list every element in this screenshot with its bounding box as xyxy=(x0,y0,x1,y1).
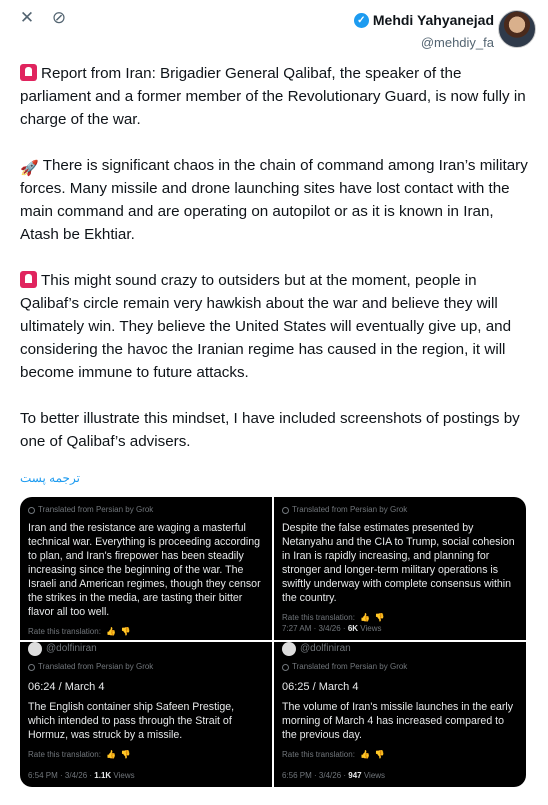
views-label: Views xyxy=(361,771,386,780)
siren-icon xyxy=(20,64,37,81)
rate-label: Rate this translation: xyxy=(282,750,355,759)
user-row: @dolfiniran xyxy=(28,642,264,656)
author-name[interactable]: Mehdi Yahyanejad xyxy=(373,12,494,28)
rate-translation: Rate this translation: 👍 👎 xyxy=(282,748,518,762)
post-meta: 6:54 PM · 3/4/26 · 1.1K Views xyxy=(28,769,135,783)
media-card-1[interactable]: Translated from Persian by Grok Iran and… xyxy=(20,497,272,640)
rate-translation: Rate this translation: 👍 👎 xyxy=(28,625,264,639)
tweet-paragraph-3: This might sound crazy to outsiders but … xyxy=(20,269,530,384)
meta-text: 6:54 PM · 3/4/26 · xyxy=(28,771,95,780)
card-text: Iran and the resistance are waging a mas… xyxy=(28,522,261,618)
views-label: Views xyxy=(111,771,135,780)
translated-text: Translated from Persian by Grok xyxy=(38,662,154,671)
user-row: @dolfiniran xyxy=(282,642,518,656)
media-grid[interactable]: Translated from Persian by Grok Iran and… xyxy=(20,497,526,787)
thumbs-up-icon[interactable]: 👍 xyxy=(360,748,370,762)
translated-text: Translated from Persian by Grok xyxy=(38,505,154,514)
card-text: The English container ship Safeen Presti… xyxy=(28,701,235,741)
thumbs-down-icon[interactable]: 👎 xyxy=(121,748,131,762)
tweet-body: Report from Iran: Brigadier General Qali… xyxy=(20,62,530,453)
siren-icon xyxy=(20,271,37,288)
translated-text: Translated from Persian by Grok xyxy=(292,505,408,514)
meta-text: 6:56 PM · 3/4/26 · xyxy=(282,771,349,780)
thumbs-up-icon[interactable]: 👍 xyxy=(106,625,116,639)
username: @dolfiniran xyxy=(46,643,97,654)
avatar xyxy=(28,642,42,656)
meta-text: 7:27 AM · 3/4/26 · xyxy=(282,624,348,633)
paragraph-text: Report from Iran: Brigadier General Qali… xyxy=(20,65,526,128)
translated-label: Translated from Persian by Grok xyxy=(28,503,264,517)
card-text: Despite the false estimates presented by… xyxy=(282,522,515,604)
thumbs-down-icon[interactable]: 👎 xyxy=(375,748,385,762)
views-count: 947 xyxy=(348,771,362,780)
post-meta: 7:27 AM · 3/4/26 · 6K Views xyxy=(282,622,381,636)
tweet-header: ✕ ⊘ ✓ Mehdi Yahyanejad @mehdiy_fa xyxy=(0,0,548,60)
media-card-2[interactable]: Translated from Persian by Grok Despite … xyxy=(274,497,526,640)
grok-icon[interactable]: ⊘ xyxy=(50,9,68,27)
author-block[interactable]: ✓ Mehdi Yahyanejad @mehdiy_fa xyxy=(353,12,494,50)
top-icons: ✕ ⊘ xyxy=(18,9,68,27)
close-icon[interactable]: ✕ xyxy=(18,9,36,27)
translate-icon xyxy=(28,663,35,671)
translated-label: Translated from Persian by Grok xyxy=(28,660,264,674)
avatar xyxy=(282,642,296,656)
translate-icon xyxy=(282,506,289,514)
post-time: 06:25 / March 4 xyxy=(282,681,359,693)
translated-label: Translated from Persian by Grok xyxy=(282,660,518,674)
tweet-paragraph-4: To better illustrate this mindset, I hav… xyxy=(20,410,520,450)
thumbs-up-icon[interactable]: 👍 xyxy=(106,748,116,762)
views-label: Views xyxy=(358,624,382,633)
author-handle[interactable]: @mehdiy_fa xyxy=(354,35,494,50)
translate-post-link[interactable]: ترجمه پست xyxy=(20,471,80,485)
rate-label: Rate this translation: xyxy=(28,750,101,759)
media-card-3[interactable]: @dolfiniran Translated from Persian by G… xyxy=(20,642,272,787)
card-text: The volume of Iran's missile launches in… xyxy=(282,701,514,741)
tweet-paragraph-1: Report from Iran: Brigadier General Qali… xyxy=(20,62,530,131)
translate-icon xyxy=(282,663,289,671)
views-count: 1.1K xyxy=(94,771,112,780)
post-time: 06:24 / March 4 xyxy=(28,681,105,693)
translated-text: Translated from Persian by Grok xyxy=(292,662,408,671)
translate-icon xyxy=(28,506,35,514)
paragraph-text: This might sound crazy to outsiders but … xyxy=(20,272,512,381)
rate-translation: Rate this translation: 👍 👎 xyxy=(28,748,264,762)
rate-label: Rate this translation: xyxy=(28,627,101,636)
translated-label: Translated from Persian by Grok xyxy=(282,503,518,517)
views-count: 6K xyxy=(347,624,359,633)
paragraph-text: There is significant chaos in the chain … xyxy=(20,157,528,243)
media-card-4[interactable]: @dolfiniran Translated from Persian by G… xyxy=(274,642,526,787)
tweet-paragraph-2: 🚀 There is significant chaos in the chain… xyxy=(20,154,530,246)
username: @dolfiniran xyxy=(300,643,351,654)
verified-badge-icon: ✓ xyxy=(353,12,369,28)
avatar[interactable] xyxy=(498,10,536,48)
author-name-row[interactable]: ✓ Mehdi Yahyanejad xyxy=(353,12,494,28)
post-meta: 6:56 PM · 3/4/26 · 947 Views xyxy=(282,769,385,783)
thumbs-down-icon[interactable]: 👎 xyxy=(121,625,131,639)
rocket-icon: 🚀 xyxy=(20,160,39,177)
